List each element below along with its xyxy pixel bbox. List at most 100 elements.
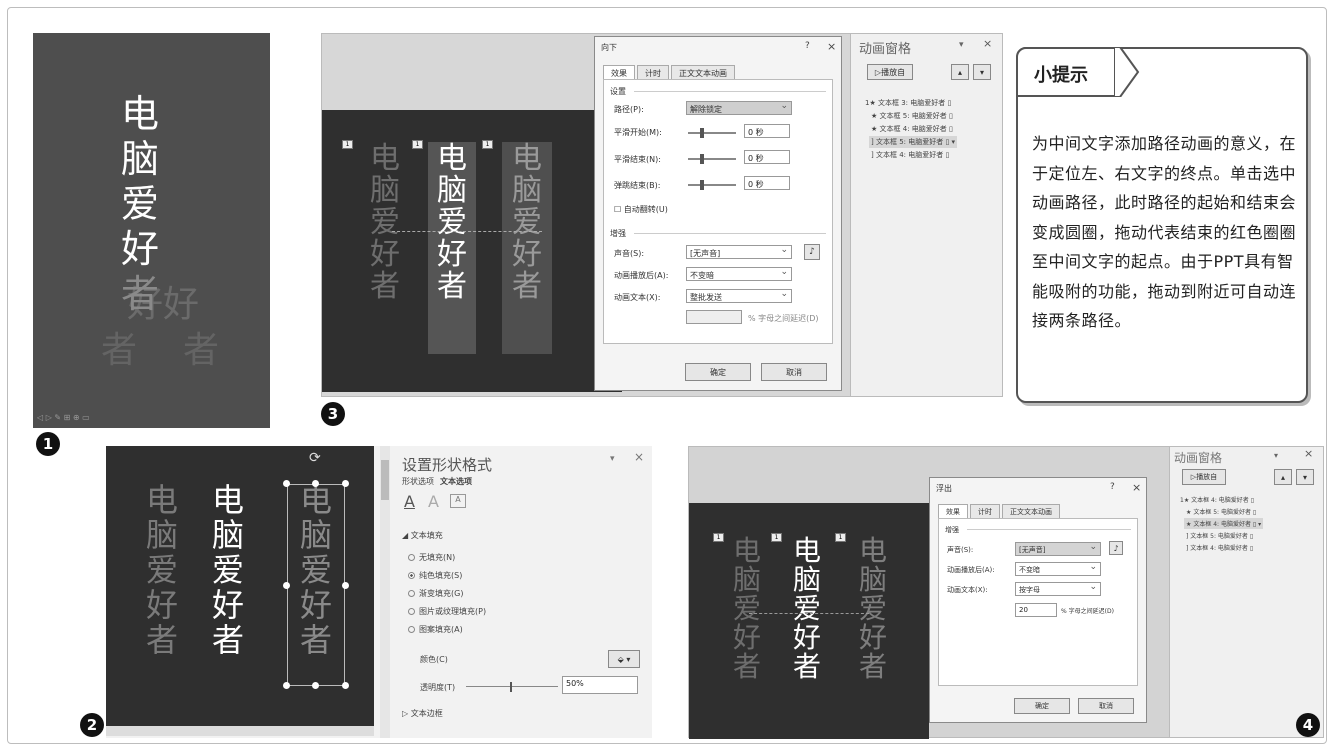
smooth-end-slider[interactable]	[688, 158, 736, 160]
option-solid-fill[interactable]: 纯色填充(S)	[408, 570, 462, 581]
panel4-motion-path[interactable]	[749, 613, 869, 614]
format-pane-title: 设置形状格式	[402, 456, 493, 474]
transparency-input[interactable]: 50%	[562, 676, 638, 694]
panel2-screenshot: 电脑爱好者 电脑爱好者 ⟳ 电脑爱好者 设置形状格式 ▾ × 形状选项 文本选项…	[106, 446, 652, 738]
panel4-dialog-title: 浮出	[936, 484, 952, 493]
after-animation-select[interactable]: 不变暗	[1015, 562, 1101, 576]
auto-reverse-checkbox[interactable]: ☐ 自动翻转(U)	[614, 204, 668, 215]
selection-handle[interactable]	[312, 480, 319, 487]
number-badge-4: 4	[1296, 713, 1320, 737]
animate-text-select[interactable]: 按字母	[1015, 582, 1101, 596]
panel3-center-text[interactable]: 电脑爱好者	[428, 142, 476, 354]
section-text-fill[interactable]: ◢ 文本填充	[402, 530, 443, 541]
selection-handle[interactable]	[342, 682, 349, 689]
tab-effect[interactable]: 效果	[938, 504, 968, 519]
pane-item-selected[interactable]: ] 文本框 5: 电脑爱好者 ▯ ▾	[869, 136, 958, 148]
pane-item[interactable]: ★ 文本框 4: 电脑爱好者 ▯	[871, 124, 953, 134]
rotate-handle-icon[interactable]: ⟳	[309, 450, 321, 466]
slider-thumb[interactable]	[700, 128, 704, 138]
cancel-button[interactable]: 取消	[1078, 698, 1134, 714]
selection-handle[interactable]	[342, 582, 349, 589]
animate-text-select[interactable]: 整批发送	[686, 289, 792, 303]
tab-shape-options[interactable]: 形状选项	[402, 476, 434, 487]
panel4-anim-badge: 1	[771, 533, 782, 542]
selection-handle[interactable]	[283, 582, 290, 589]
pane-menu-icon[interactable]: ▾	[1274, 451, 1278, 460]
pane-item[interactable]: ★ 文本框 5: 电脑爱好者 ▯	[871, 111, 953, 121]
move-down-button[interactable]: ▾	[973, 64, 991, 80]
pane-item[interactable]: ] 文本框 4: 电脑爱好者 ▯	[1186, 543, 1253, 552]
move-down-button[interactable]: ▾	[1296, 469, 1314, 485]
format-pane-close-icon[interactable]: ×	[634, 450, 644, 464]
option-no-fill[interactable]: 无填充(N)	[408, 552, 455, 563]
animate-text-label: 动画文本(X):	[947, 586, 988, 594]
ok-button[interactable]: 确定	[685, 363, 751, 381]
panel3-motion-path[interactable]	[392, 231, 542, 232]
option-picture-fill[interactable]: 图片或纹理填充(P)	[408, 606, 486, 617]
pane-close-icon[interactable]: ×	[983, 37, 992, 50]
selection-handle[interactable]	[342, 480, 349, 487]
smooth-start-input[interactable]: 0 秒	[744, 124, 790, 138]
option-pattern-fill[interactable]: 图案填充(A)	[408, 624, 463, 635]
selection-handle[interactable]	[283, 682, 290, 689]
slider-thumb[interactable]	[700, 154, 704, 164]
selection-handle[interactable]	[283, 480, 290, 487]
bounce-end-slider[interactable]	[688, 184, 736, 186]
pane-menu-icon[interactable]: ▾	[959, 40, 964, 50]
slider-thumb[interactable]	[510, 682, 512, 692]
ok-button[interactable]: 确定	[1014, 698, 1070, 714]
panel3-left-text: 电脑爱好者	[370, 141, 400, 304]
speaker-icon[interactable]: ♪	[1109, 541, 1123, 555]
pane-item[interactable]: ] 文本框 4: 电脑爱好者 ▯	[871, 150, 949, 160]
panel2-vscrollbar[interactable]	[380, 446, 390, 738]
path-select[interactable]: 解除锁定	[686, 101, 792, 115]
panel2-hscrollbar[interactable]	[106, 726, 374, 736]
transparency-slider[interactable]	[466, 686, 558, 687]
smooth-end-input[interactable]: 0 秒	[744, 150, 790, 164]
tab-text-options[interactable]: 文本选项	[440, 476, 472, 487]
play-from-button[interactable]: ▷ 播放自	[867, 64, 913, 80]
divider	[634, 91, 826, 92]
panel2-left-text: 电脑爱好者	[146, 481, 179, 659]
slider-thumb[interactable]	[700, 180, 704, 190]
option-gradient-fill[interactable]: 渐变填充(G)	[408, 588, 463, 599]
selection-handle[interactable]	[312, 682, 319, 689]
panel3-anim-badge: 1	[342, 140, 353, 149]
close-icon[interactable]: ×	[1132, 481, 1141, 494]
text-effects-icon[interactable]: A	[428, 492, 439, 511]
panel2-right-text[interactable]: 电脑爱好者	[300, 484, 332, 656]
pane-item[interactable]: 1★ 文本框 3: 电脑爱好者 ▯	[865, 98, 951, 108]
close-icon[interactable]: ×	[827, 40, 836, 53]
text-fill-icon[interactable]: A	[404, 492, 415, 511]
pane-item[interactable]: ★ 文本框 5: 电脑爱好者 ▯	[1186, 507, 1256, 516]
after-animation-select[interactable]: 不变暗	[686, 267, 792, 281]
panel4-center-text[interactable]: 电脑爱好者	[793, 537, 821, 681]
pane-title: 动画窗格	[1174, 451, 1223, 465]
help-icon[interactable]: ?	[805, 41, 810, 51]
move-up-button[interactable]: ▴	[1274, 469, 1292, 485]
letter-delay-input[interactable]	[686, 310, 742, 324]
speaker-icon[interactable]: ♪	[804, 244, 820, 260]
bounce-end-input[interactable]: 0 秒	[744, 176, 790, 190]
cancel-button[interactable]: 取消	[761, 363, 827, 381]
number-badge-3: 3	[321, 402, 345, 426]
move-up-button[interactable]: ▴	[951, 64, 969, 80]
tab-timing[interactable]: 计时	[970, 504, 1000, 519]
sound-select[interactable]: [无声音]	[1015, 542, 1101, 556]
color-picker-button[interactable]: ⬙ ▾	[608, 650, 640, 668]
help-icon[interactable]: ?	[1110, 482, 1115, 492]
pane-item[interactable]: ] 文本框 5: 电脑爱好者 ▯	[1186, 531, 1253, 540]
smooth-start-slider[interactable]	[688, 132, 736, 134]
letter-delay-label: % 字母之间延迟(D)	[1061, 608, 1114, 615]
format-pane-menu-icon[interactable]: ▾	[610, 454, 615, 464]
pane-close-icon[interactable]: ×	[1304, 447, 1313, 460]
sound-select[interactable]: [无声音]	[686, 245, 792, 259]
tab-text-animation[interactable]: 正文文本动画	[1002, 504, 1060, 519]
pane-item-selected[interactable]: ★ 文本框 4: 电脑爱好者 ▯ ▾	[1184, 518, 1264, 529]
letter-delay-input[interactable]: 20	[1015, 603, 1057, 617]
panel1-toolbar[interactable]: ◁ ▷ ✎ ⊞ ⊕ ▭	[37, 413, 90, 422]
section-text-outline[interactable]: ▷ 文本边框	[402, 708, 443, 719]
textbox-icon[interactable]: A	[450, 494, 466, 508]
pane-item[interactable]: 1★ 文本框 4: 电脑爱好者 ▯	[1180, 495, 1254, 504]
play-from-button[interactable]: ▷ 播放自	[1182, 469, 1226, 485]
